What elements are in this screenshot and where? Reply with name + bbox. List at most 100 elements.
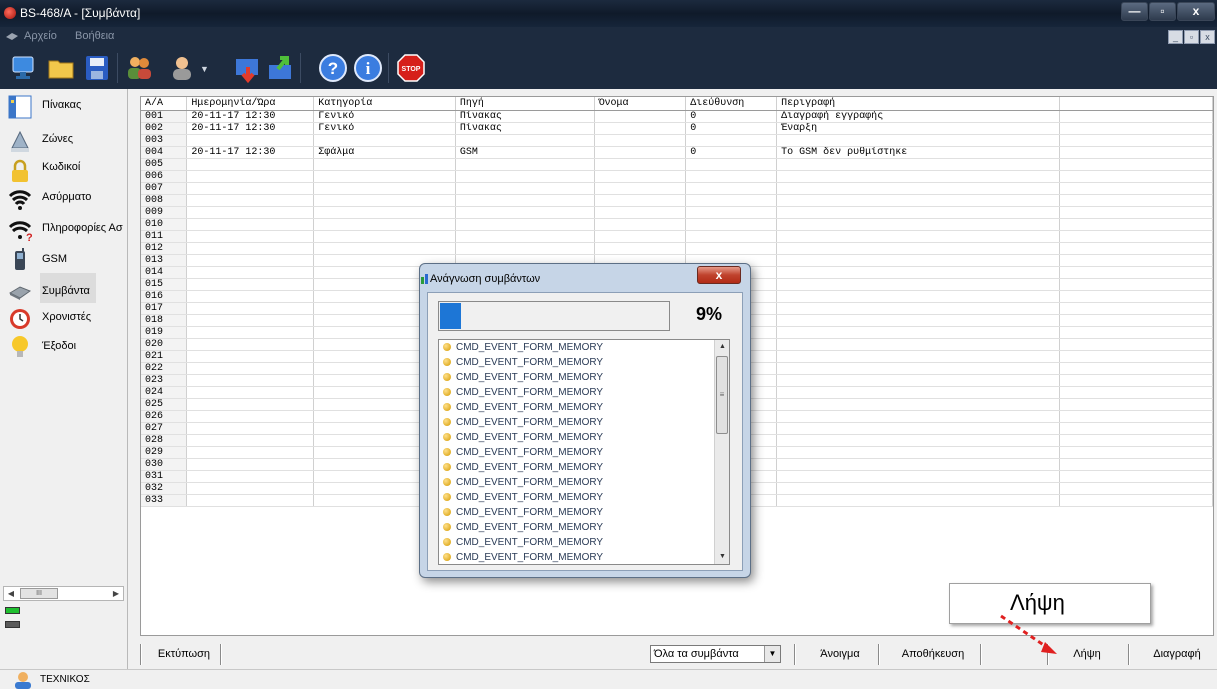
table-cell	[186, 194, 315, 207]
list-item[interactable]: CMD_EVENT_FORM_MEMORY	[443, 357, 603, 372]
bulb-icon	[12, 336, 28, 357]
sidebar-item-gsm[interactable]: GSM	[0, 243, 126, 273]
table-row[interactable]: 008	[141, 194, 1213, 207]
sidebar-horizontal-scrollbar[interactable]: ◀ III ▶	[3, 586, 124, 601]
command-log-list[interactable]: ▲ ≡ ▼ CMD_EVENT_FORM_MEMORY CMD_EVENT_FOR…	[438, 339, 730, 565]
table-cell	[186, 386, 315, 399]
list-item[interactable]: CMD_EVENT_FORM_MEMORY	[443, 507, 603, 522]
table-row[interactable]: 005	[141, 158, 1213, 171]
table-row[interactable]: 001 20-11-17 12:30 Γενικό Πίνακας 0 Διαγραφή …	[141, 110, 1213, 123]
status-dot-icon	[443, 343, 451, 352]
scroll-thumb[interactable]: ≡	[716, 356, 728, 434]
menu-bar: Αρχείο Βοήθεια	[0, 27, 1217, 47]
table-row[interactable]: 012	[141, 242, 1213, 255]
table-row[interactable]: 007	[141, 182, 1213, 195]
sidebar-item-wireless[interactable]: Ασύρματο	[0, 183, 126, 213]
dialog-close-button[interactable]: x	[697, 266, 741, 284]
scroll-down-icon[interactable]: ▼	[715, 550, 729, 564]
sidebar-item-panel[interactable]: Πίνακας	[0, 92, 126, 122]
download-button[interactable]: Λήψη	[1062, 644, 1112, 665]
event-filter-select[interactable]: Όλα τα συμβάντα ▼	[650, 645, 781, 663]
column-header[interactable]: Ημερομηνία/Ώρα	[186, 97, 315, 111]
sidebar-item-zones[interactable]: Ζώνες	[0, 123, 126, 153]
table-row[interactable]: 006	[141, 170, 1213, 183]
list-item[interactable]: CMD_EVENT_FORM_MEMORY	[443, 477, 603, 492]
table-cell	[776, 158, 1060, 171]
list-item[interactable]: CMD_EVENT_FORM_MEMORY	[443, 402, 603, 417]
stop-icon[interactable]: STOP	[396, 53, 426, 83]
column-header[interactable]	[1059, 97, 1213, 111]
users-icon[interactable]	[124, 53, 154, 83]
scroll-right-icon[interactable]: ▶	[109, 587, 123, 600]
list-vertical-scrollbar[interactable]: ▲ ≡ ▼	[714, 340, 729, 564]
table-row[interactable]: 003	[141, 134, 1213, 147]
table-cell: 003	[141, 134, 188, 147]
table-row[interactable]: 002 20-11-17 12:30 Γενικό Πίνακας 0 Έναρξη	[141, 122, 1213, 135]
minimize-button[interactable]: —	[1121, 2, 1148, 21]
list-item[interactable]: CMD_EVENT_FORM_MEMORY	[443, 387, 603, 402]
list-item[interactable]: CMD_EVENT_FORM_MEMORY	[443, 522, 603, 537]
table-cell	[313, 242, 456, 255]
menu-file[interactable]: Αρχείο	[24, 30, 57, 42]
list-item[interactable]: CMD_EVENT_FORM_MEMORY	[443, 417, 603, 432]
help-icon[interactable]: ?	[318, 53, 348, 83]
list-item[interactable]: CMD_EVENT_FORM_MEMORY	[443, 462, 603, 477]
table-row[interactable]: 011	[141, 230, 1213, 243]
sidebar-item-label: Πίνακας	[42, 99, 82, 111]
table-cell	[313, 158, 456, 171]
scroll-thumb[interactable]: III	[20, 588, 58, 599]
table-cell	[1059, 350, 1213, 363]
chevron-down-icon[interactable]: ▼	[200, 64, 209, 74]
list-item[interactable]: CMD_EVENT_FORM_MEMORY	[443, 372, 603, 387]
sidebar-item-outputs[interactable]: Έξοδοι	[0, 333, 126, 363]
column-header[interactable]: Όνομα	[594, 97, 687, 111]
delete-button[interactable]: Διαγραφή	[1140, 644, 1214, 665]
chevron-down-icon[interactable]: ▼	[764, 646, 780, 662]
list-item[interactable]: CMD_EVENT_FORM_MEMORY	[443, 537, 603, 552]
table-row[interactable]: 009	[141, 206, 1213, 219]
list-item-label: CMD_EVENT_FORM_MEMORY	[456, 552, 604, 563]
close-button[interactable]: x	[1177, 2, 1215, 21]
download-icon[interactable]	[233, 53, 263, 83]
list-item[interactable]: CMD_EVENT_FORM_MEMORY	[443, 342, 603, 357]
save-button[interactable]: Αποθήκευση	[894, 644, 972, 665]
list-item[interactable]: CMD_EVENT_FORM_MEMORY	[443, 552, 604, 564]
scroll-left-icon[interactable]: ◀	[4, 587, 18, 600]
list-item[interactable]: CMD_EVENT_FORM_MEMORY	[443, 432, 603, 447]
table-cell	[1059, 470, 1213, 483]
list-item[interactable]: CMD_EVENT_FORM_MEMORY	[443, 492, 603, 507]
info-icon[interactable]: i	[353, 53, 383, 83]
sidebar-item-wireless-info[interactable]: ? Πληροφορίες Ασ	[0, 213, 126, 243]
table-cell	[776, 194, 1060, 207]
open-button[interactable]: Άνοιγμα	[810, 644, 870, 665]
sidebar-item-codes[interactable]: Κωδικοί	[0, 153, 126, 183]
column-header[interactable]: Κατηγορία	[313, 97, 456, 111]
table-row[interactable]: 004 20-11-17 12:30 Σφάλμα GSM 0 Το GSM δεν ρυ…	[141, 146, 1213, 159]
list-item-label: CMD_EVENT_FORM_MEMORY	[456, 357, 604, 368]
mdi-minimize-button[interactable]: _	[1168, 30, 1183, 44]
table-cell	[313, 206, 456, 219]
column-header[interactable]: Πηγή	[455, 97, 595, 111]
table-row[interactable]: 010	[141, 218, 1213, 231]
save-icon[interactable]	[82, 53, 112, 83]
table-cell	[776, 422, 1060, 435]
print-button[interactable]: Εκτύπωση	[150, 644, 218, 665]
computer-icon[interactable]	[8, 53, 38, 83]
column-header[interactable]: Περιγραφή	[776, 97, 1060, 111]
menu-help[interactable]: Βοήθεια	[75, 30, 114, 42]
folder-open-icon[interactable]	[46, 53, 76, 83]
scroll-up-icon[interactable]: ▲	[715, 340, 729, 354]
list-item-label: CMD_EVENT_FORM_MEMORY	[456, 372, 604, 383]
sidebar-item-timers[interactable]: Χρονιστές	[0, 303, 126, 333]
table-cell	[685, 206, 778, 219]
sidebar-item-label: Χρονιστές	[42, 311, 91, 323]
column-header[interactable]: Διεύθυνση	[685, 97, 778, 111]
user-select-icon[interactable]	[168, 53, 198, 83]
sidebar-item-events[interactable]: Συμβάντα	[0, 273, 126, 303]
column-header[interactable]: Α/Α	[141, 97, 188, 111]
list-item[interactable]: CMD_EVENT_FORM_MEMORY	[443, 447, 603, 462]
maximize-button[interactable]: ▫	[1149, 2, 1176, 21]
mdi-restore-button[interactable]: ▫	[1184, 30, 1199, 44]
mdi-close-button[interactable]: x	[1200, 30, 1215, 44]
upload-icon[interactable]	[266, 53, 296, 83]
